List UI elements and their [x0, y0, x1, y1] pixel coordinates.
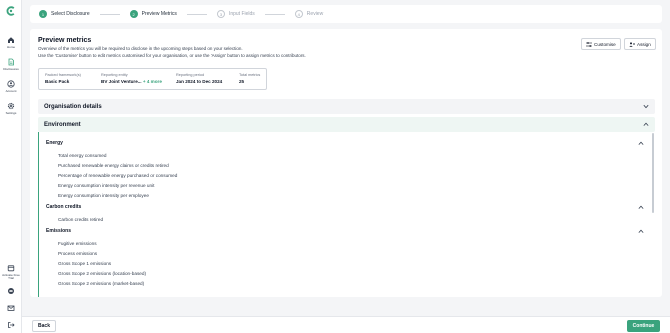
step-label: Review: [306, 11, 324, 17]
summary-value: BV Joint Venture... + 4 more: [101, 79, 162, 84]
environment-metrics-list: Energy Total energy consumed Purchased r…: [38, 132, 655, 297]
continue-button[interactable]: Continue: [627, 320, 660, 332]
support-icon: [8, 288, 14, 294]
sidebar-item-label: Account: [5, 89, 17, 93]
customise-label: Customise: [594, 41, 616, 47]
summary-total: Total metrics 25: [239, 73, 260, 84]
chevron-up-icon: [643, 122, 649, 126]
account-icon: [7, 80, 15, 88]
step-number: 4: [294, 10, 303, 18]
sidebar-item-settings[interactable]: Settings: [0, 102, 22, 115]
document-icon: [8, 58, 14, 66]
group-title: Energy: [46, 140, 63, 146]
scrollbar-thumb[interactable]: [652, 133, 654, 213]
sidebar-item-label: Disclosures: [3, 67, 19, 71]
back-button[interactable]: Back: [32, 320, 56, 332]
summary-key: Reporting period: [176, 73, 205, 77]
sidebar-item-free-trial[interactable]: Activate Free Trial: [0, 264, 22, 281]
group-header-energy[interactable]: Energy: [46, 140, 648, 146]
progress-stepper: 1 Select Disclosure 2 Preview Metrics 3 …: [30, 5, 662, 23]
assign-label: Assign: [637, 41, 651, 47]
chevron-up-icon: [638, 229, 644, 233]
summary-key: Total metrics: [239, 73, 261, 77]
accordion-environment[interactable]: Environment: [38, 117, 655, 132]
logout-icon: [8, 322, 15, 328]
add-user-icon: [629, 41, 635, 47]
mail-icon: [7, 305, 15, 311]
accordion-organisation-details[interactable]: Organisation details: [38, 99, 655, 114]
sidebar-item-label: Activate Free Trial: [2, 273, 20, 281]
metric-item: Gross Scope 1 emissions: [58, 261, 112, 266]
step-select-disclosure[interactable]: 1 Select Disclosure: [39, 10, 90, 18]
footer-bar: Back Continue: [22, 316, 670, 333]
entity-more-link[interactable]: + 4 more: [143, 79, 162, 84]
summary-key: Reporting entity: [101, 73, 128, 77]
page-title: Preview metrics: [38, 37, 92, 44]
step-connector: [186, 13, 207, 15]
metric-item: Gross Scope 2 emissions (location-based): [58, 271, 147, 276]
step-connector: [264, 13, 285, 15]
accordion-title: Organisation details: [44, 103, 102, 110]
summary-value: 25: [239, 78, 245, 84]
step-input-fields[interactable]: 3 Input Fields: [216, 10, 255, 18]
sidebar-item-home[interactable]: Home: [0, 36, 22, 49]
step-label: Select Disclosure: [51, 11, 90, 17]
step-label: Input Fields: [228, 11, 255, 17]
step-number: 2: [129, 10, 138, 18]
accordion-title: Environment: [44, 121, 81, 128]
sidebar-item-support[interactable]: [0, 287, 22, 295]
entity-value: BV Joint Venture...: [101, 78, 142, 84]
step-review[interactable]: 4 Review: [294, 10, 324, 18]
summary-value: Jan 2024 to Dec 2024: [176, 78, 223, 84]
page-description: Use the 'Customise' button to edit metri…: [38, 53, 306, 58]
sidebar-item-label: Home: [6, 45, 15, 49]
assign-button[interactable]: Assign: [624, 38, 656, 50]
step-connector: [99, 13, 120, 15]
page-description: Overview of the metrics you will be requ…: [38, 46, 243, 51]
sidebar-item-label: Settings: [5, 111, 17, 115]
group-header-emissions[interactable]: Emissions: [46, 228, 648, 234]
metric-item: Percentage of renewable energy purchased…: [58, 173, 178, 178]
calendar-icon: [7, 265, 15, 272]
gear-icon: [7, 102, 15, 110]
sidebar-item-account[interactable]: Account: [0, 80, 22, 93]
step-preview-metrics[interactable]: 2 Preview Metrics: [129, 10, 177, 18]
chevron-up-icon: [638, 205, 644, 209]
sliders-icon: [586, 41, 592, 47]
step-label: Preview Metrics: [141, 11, 177, 17]
metric-item: Purchased renewable energy claims or cre…: [58, 163, 169, 168]
metric-item: Carbon credits retired: [58, 217, 104, 222]
metric-item: Gross Scope 2 emissions (market-based): [58, 281, 145, 286]
chevron-up-icon: [638, 141, 644, 145]
metric-item: Total energy consumed: [58, 153, 107, 158]
summary-entity: Reporting entity BV Joint Venture... + 4…: [101, 73, 162, 84]
summary-value: Basic Pack: [45, 78, 70, 84]
step-number: 3: [216, 10, 225, 18]
group-title: Carbon credits: [46, 204, 82, 210]
summary-framework: Packed framework(s) Basic Pack: [45, 73, 81, 84]
group-header-carbon-credits[interactable]: Carbon credits: [46, 204, 648, 210]
main-panel: Preview metrics Overview of the metrics …: [30, 29, 662, 297]
summary-period: Reporting period Jan 2024 to Dec 2024: [176, 73, 222, 84]
metric-item: Fugitive emissions: [58, 241, 97, 246]
sidebar: Home Disclosures Account Settings Activa…: [0, 0, 22, 333]
app-logo[interactable]: [6, 6, 16, 16]
step-number: 1: [39, 10, 47, 18]
sidebar-item-logout[interactable]: [0, 321, 22, 329]
summary-key: Packed framework(s): [45, 73, 81, 77]
metric-item: Energy consumption intensity per employe…: [58, 193, 149, 198]
customise-button[interactable]: Customise: [581, 38, 621, 50]
home-icon: [8, 37, 14, 43]
chevron-down-icon: [643, 104, 649, 109]
selection-summary: Packed framework(s) Basic Pack Reporting…: [38, 68, 267, 90]
metric-item: Process emissions: [58, 251, 98, 256]
sidebar-item-disclosures[interactable]: Disclosures: [0, 58, 22, 71]
metric-item: Energy consumption intensity per revenue…: [58, 183, 155, 188]
sidebar-item-mail[interactable]: [0, 304, 22, 312]
group-title: Emissions: [46, 228, 72, 234]
